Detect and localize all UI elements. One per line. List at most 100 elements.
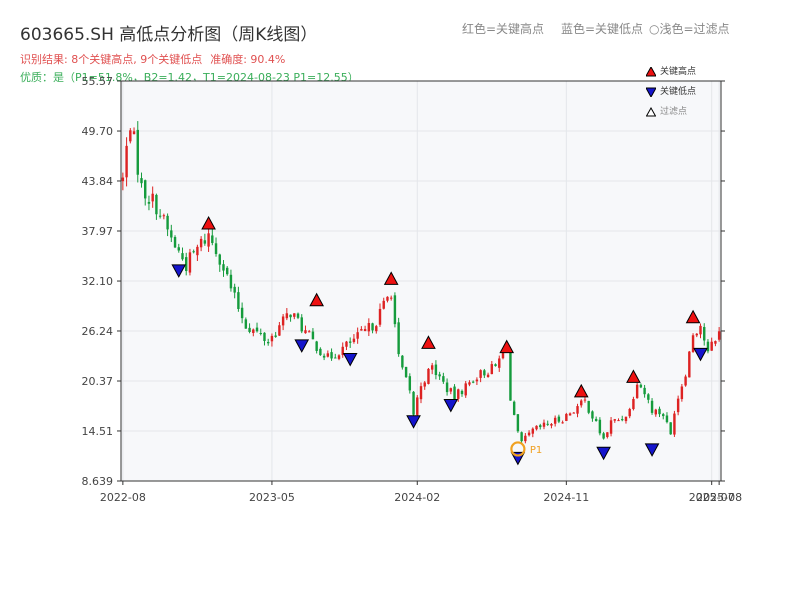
- candle-body: [270, 335, 274, 342]
- candle-body: [304, 330, 307, 334]
- candle-body: [233, 286, 236, 293]
- candle-body: [199, 238, 203, 248]
- candle-body: [490, 364, 494, 375]
- candle-body: [229, 274, 233, 289]
- candle-body: [203, 240, 207, 244]
- candle-body: [356, 332, 359, 339]
- candle-body: [378, 308, 382, 325]
- candle-body: [140, 178, 143, 184]
- x-tick-label: 2025-08: [696, 491, 742, 504]
- candle-body: [218, 254, 221, 265]
- candle-body: [628, 409, 631, 417]
- candle-body: [285, 313, 289, 319]
- candle-body: [427, 368, 430, 384]
- candle-body: [196, 246, 199, 256]
- candle-body: [311, 331, 315, 340]
- x-tick-label: 2022-08: [100, 491, 146, 504]
- candle-body: [464, 383, 467, 396]
- candle-body: [151, 193, 154, 202]
- candle-body: [158, 215, 162, 217]
- candle-body: [382, 300, 385, 309]
- candle-body: [483, 370, 486, 376]
- candle-body: [237, 292, 240, 309]
- candle-body: [617, 420, 620, 422]
- candle-body: [606, 432, 609, 438]
- y-tick-label: 55.57: [82, 75, 114, 88]
- x-tick-label: 2023-05: [249, 491, 295, 504]
- candle-body: [401, 355, 404, 368]
- candle-body: [192, 251, 195, 253]
- candle-body: [673, 413, 676, 435]
- candle-body: [412, 391, 415, 415]
- candle-body: [710, 341, 713, 351]
- candle-body: [479, 370, 482, 378]
- candle-body: [550, 424, 553, 426]
- candle-body: [211, 235, 214, 244]
- candle-body: [613, 419, 616, 421]
- high-triangle-icon: [646, 67, 656, 77]
- candle-body: [315, 341, 318, 351]
- candle-body: [576, 406, 579, 414]
- y-tick-label: 26.24: [82, 325, 114, 338]
- candle-body: [155, 194, 158, 215]
- candle-body: [125, 145, 128, 178]
- candle-body: [583, 399, 587, 401]
- legend-low-label: 关键低点: [660, 87, 697, 97]
- candle-body: [226, 267, 229, 275]
- candle-body: [486, 374, 490, 377]
- candle-body: [591, 411, 594, 419]
- candle-body: [423, 382, 426, 387]
- candle-body: [166, 215, 169, 230]
- candle-body: [278, 325, 281, 336]
- candle-body: [643, 387, 646, 395]
- candle-body: [512, 401, 516, 415]
- candle-body: [457, 389, 460, 399]
- low-triangle-icon: [646, 87, 656, 97]
- candle-body: [568, 413, 572, 416]
- candle-body: [121, 177, 125, 182]
- y-tick-label: 32.10: [82, 275, 114, 288]
- candle-body: [326, 353, 330, 357]
- candle-body: [635, 384, 639, 399]
- filtered-triangle-icon: [646, 107, 656, 117]
- y-tick-label: 49.70: [82, 125, 114, 138]
- candle-body: [445, 382, 449, 393]
- candle-body: [676, 398, 680, 413]
- candle-body: [188, 252, 192, 273]
- candle-body: [419, 386, 423, 400]
- candle-body: [717, 331, 721, 340]
- candle-body: [408, 376, 412, 391]
- candle-body: [266, 341, 270, 344]
- candle-body: [371, 323, 374, 331]
- candle-body: [177, 247, 180, 251]
- legend-filtered-label: 过滤点: [660, 107, 688, 117]
- y-tick-label: 14.51: [82, 425, 114, 438]
- candle-body: [386, 296, 389, 301]
- legend-low: 关键低点: [646, 85, 696, 105]
- candle-body: [647, 394, 650, 400]
- candle-body: [136, 129, 139, 175]
- candle-body: [542, 422, 546, 427]
- candle-body: [553, 417, 557, 424]
- candle-body: [706, 341, 710, 352]
- candle-body: [561, 422, 564, 424]
- candle-body: [509, 351, 512, 401]
- candle-body: [453, 386, 456, 399]
- candle-body: [430, 365, 434, 370]
- candle-body: [624, 416, 628, 422]
- candle-body: [214, 243, 218, 254]
- y-tick-label: 20.37: [82, 375, 114, 388]
- x-tick-label: 2024-11: [543, 491, 589, 504]
- candle-body: [434, 364, 438, 376]
- candle-body: [669, 422, 672, 435]
- candle-body: [460, 390, 464, 395]
- candle-body: [252, 329, 255, 333]
- candle-body: [475, 379, 479, 382]
- candle-body: [688, 351, 691, 378]
- candle-body: [527, 432, 531, 436]
- candle-body: [255, 327, 259, 332]
- y-tick-label: 8.639: [82, 475, 114, 488]
- candle-body: [572, 412, 576, 414]
- candle-body: [535, 425, 538, 430]
- legend-high-label: 关键高点: [660, 67, 697, 77]
